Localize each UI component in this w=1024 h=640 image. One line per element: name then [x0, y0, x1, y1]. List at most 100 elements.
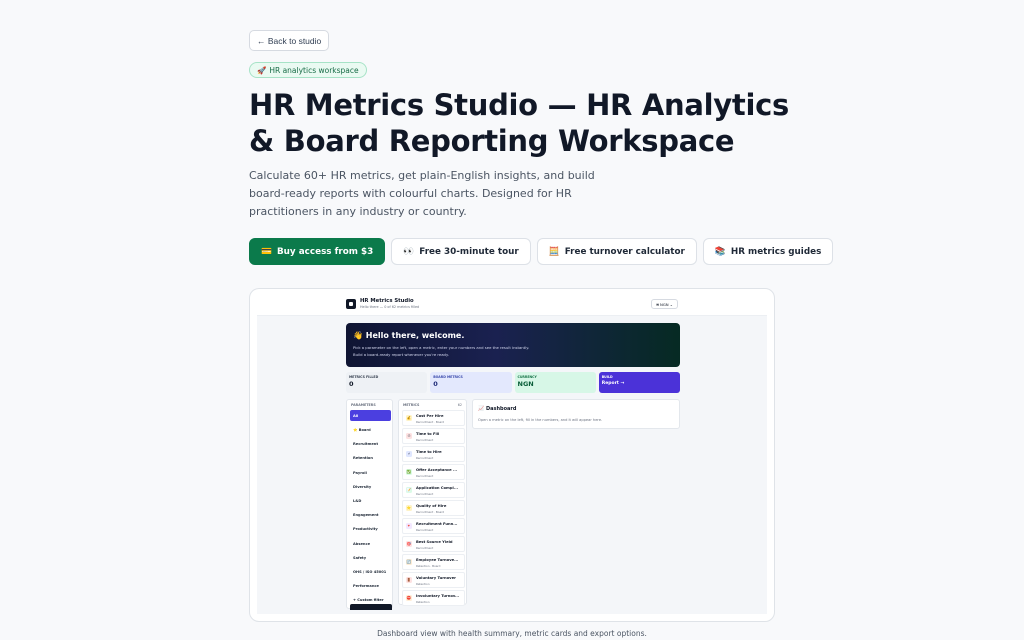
metric-card-best-source-yield[interactable]: 🎯 Best Source Yield Recruitment [402, 536, 465, 552]
page-description: Calculate 60+ HR metrics, get plain-Engl… [249, 169, 595, 218]
parameters-heading: PARAMETERS [351, 403, 376, 407]
metric-card-application-completion[interactable]: 📝 Application Compl... Recruitment [402, 482, 465, 498]
metrics-list: 💰 Cost Per Hire Recruitment · Board ⏱ Ti… [402, 410, 465, 608]
param-safety[interactable]: Safety [350, 551, 391, 565]
page-title: HR Metrics Studio — HR Analytics & Board… [249, 88, 789, 158]
metric-title: Time to Fill [416, 432, 440, 436]
param-productivity[interactable]: Productivity [350, 522, 391, 536]
metric-card-involuntary-turnover[interactable]: ⛔ Involuntary Turnov... Retention [402, 590, 465, 606]
metric-title: Voluntary Turnover [416, 576, 456, 580]
metric-title: Offer Acceptance ... [416, 468, 458, 472]
metric-card-time-to-hire[interactable]: ⚡ Time to Hire Recruitment [402, 446, 465, 462]
metrics-guides-button[interactable]: 📚 HR metrics guides [702, 238, 834, 265]
stat-label: CURRENCY [517, 375, 537, 379]
metric-title: Cost Per Hire [416, 414, 444, 418]
stat-currency: CURRENCY NGN [514, 372, 596, 393]
stat-label: BUILD [601, 375, 613, 379]
app-header: HR Metrics Studio Hello there — 0 of 62 … [346, 297, 680, 317]
metric-title: Recruitment Funn... [416, 522, 458, 526]
stat-metrics-filled: METRICS FILLED 0 [346, 372, 428, 393]
lightning-icon: ⚡ [406, 451, 412, 457]
dashboard-preview: HR Metrics Studio Hello there — 0 of 62 … [249, 288, 775, 622]
app-title: HR Metrics Studio [360, 298, 414, 304]
metric-sub: Recruitment [416, 474, 434, 478]
check-icon: ✅ [406, 469, 412, 475]
param-absence[interactable]: Absence [350, 537, 391, 551]
welcome-line-2: Build a board-ready report whenever you'… [353, 352, 449, 357]
param-ohs[interactable]: OHS / ISO 45001 [350, 565, 391, 579]
stat-value: NGN [517, 380, 534, 388]
turnover-calculator-button[interactable]: 🧮 Free turnover calculator [536, 238, 697, 265]
metric-card-voluntary-turnover[interactable]: 🚪 Voluntary Turnover Retention [402, 572, 465, 588]
books-icon: 📚 [714, 246, 726, 257]
metrics-panel: METRICS 62 💰 Cost Per Hire Recruitment ·… [398, 399, 467, 608]
stat-label: BOARD METRICS [433, 375, 463, 379]
metric-sub: Recruitment [416, 492, 434, 496]
metric-sub: Recruitment [416, 456, 434, 460]
param-performance[interactable]: Performance [350, 579, 391, 593]
no-entry-icon: ⛔ [406, 595, 412, 601]
money-icon: 💰 [406, 415, 412, 421]
metric-sub: Retention [416, 600, 430, 604]
abacus-icon: 🧮 [548, 246, 560, 257]
free-tour-label: Free 30-minute tour [419, 246, 519, 257]
card-icon: 💳 [261, 246, 272, 257]
metric-title: Best Source Yield [416, 540, 453, 544]
metric-card-time-to-fill[interactable]: ⏱ Time to Fill Recruitment [402, 428, 465, 444]
metrics-heading: METRICS [403, 403, 420, 407]
door-icon: 🚪 [406, 577, 412, 583]
stat-value: 0 [433, 380, 438, 388]
dashboard-card: 📈 Dashboard Open a metric on the left, f… [472, 399, 680, 429]
tag-label: HR analytics workspace [269, 65, 359, 75]
buy-access-button[interactable]: 💳 Buy access from $3 [249, 238, 386, 265]
metric-sub: Recruitment · Board [416, 420, 445, 424]
refresh-icon: 🔄 [406, 559, 412, 565]
stat-value: Report → [601, 381, 625, 386]
param-board[interactable]: ⭐ Board [350, 423, 391, 437]
param-ld[interactable]: L&D [350, 494, 391, 508]
stat-value: 0 [349, 380, 354, 388]
metric-card-employee-turnover[interactable]: 🔄 Employee Turnove... Retention · Board [402, 554, 465, 570]
param-recruitment[interactable]: Recruitment [350, 437, 391, 451]
preview-caption: Dashboard view with health summary, metr… [377, 629, 647, 638]
metric-sub: Recruitment [416, 546, 434, 550]
stats-row: METRICS FILLED 0 BOARD METRICS 0 CURRENC… [346, 372, 680, 393]
param-payroll[interactable]: Payroll [350, 466, 391, 480]
metric-card-quality-of-hire[interactable]: ⭐ Quality of Hire Recruitment · Board [402, 500, 465, 516]
app-logo-icon [346, 299, 356, 309]
metrics-guides-label: HR metrics guides [730, 246, 822, 257]
metric-sub: Retention · Board [416, 564, 441, 568]
param-diversity[interactable]: Diversity [350, 480, 391, 494]
currency-select[interactable]: ₦ NGN ⌄ [651, 299, 678, 309]
stopwatch-icon: ⏱ [406, 433, 412, 439]
metric-card-offer-acceptance[interactable]: ✅ Offer Acceptance ... Recruitment [402, 464, 465, 480]
back-label: ← Back to studio [257, 35, 322, 46]
parameters-panel: PARAMETERS All ⭐ Board Recruitment Reten… [346, 399, 393, 610]
param-all[interactable]: All [350, 410, 391, 421]
param-engagement[interactable]: Engagement [350, 508, 391, 522]
target-icon: 🎯 [406, 541, 412, 547]
cta-group: 💳 Buy access from $3 👀 Free 30-minute to… [249, 238, 834, 265]
metric-title: Application Compl... [416, 486, 458, 490]
metric-card-cost-per-hire[interactable]: 💰 Cost Per Hire Recruitment · Board [402, 410, 465, 426]
build-report-button[interactable]: BUILD Report → [598, 372, 680, 393]
stat-board-metrics: BOARD METRICS 0 [430, 372, 512, 393]
back-to-studio-button[interactable]: ← Back to studio [249, 30, 330, 51]
buy-access-label: Buy access from $3 [276, 246, 374, 257]
funnel-icon: 🔻 [406, 523, 412, 529]
free-tour-button[interactable]: 👀 Free 30-minute tour [391, 238, 531, 265]
metric-card-recruitment-funnel[interactable]: 🔻 Recruitment Funn... Recruitment [402, 518, 465, 534]
dashboard-description: Open a metric on the left, fill in the n… [478, 418, 603, 422]
turnover-calculator-label: Free turnover calculator [564, 246, 685, 257]
memo-icon: 📝 [406, 487, 412, 493]
parameters-list: All ⭐ Board Recruitment Retention Payrol… [350, 410, 391, 607]
welcome-line-1: Pick a parameter on the left, open a met… [353, 345, 530, 350]
metric-sub: Recruitment [416, 438, 434, 442]
params-action-button[interactable] [350, 604, 392, 610]
param-retention[interactable]: Retention [350, 451, 391, 465]
metric-title: Quality of Hire [416, 504, 447, 508]
metric-title: Time to Hire [416, 450, 442, 454]
metrics-count: 62 [457, 403, 462, 407]
welcome-banner: 👋 Hello there, welcome. Pick a parameter… [346, 323, 680, 367]
welcome-title: 👋 Hello there, welcome. [353, 331, 465, 340]
